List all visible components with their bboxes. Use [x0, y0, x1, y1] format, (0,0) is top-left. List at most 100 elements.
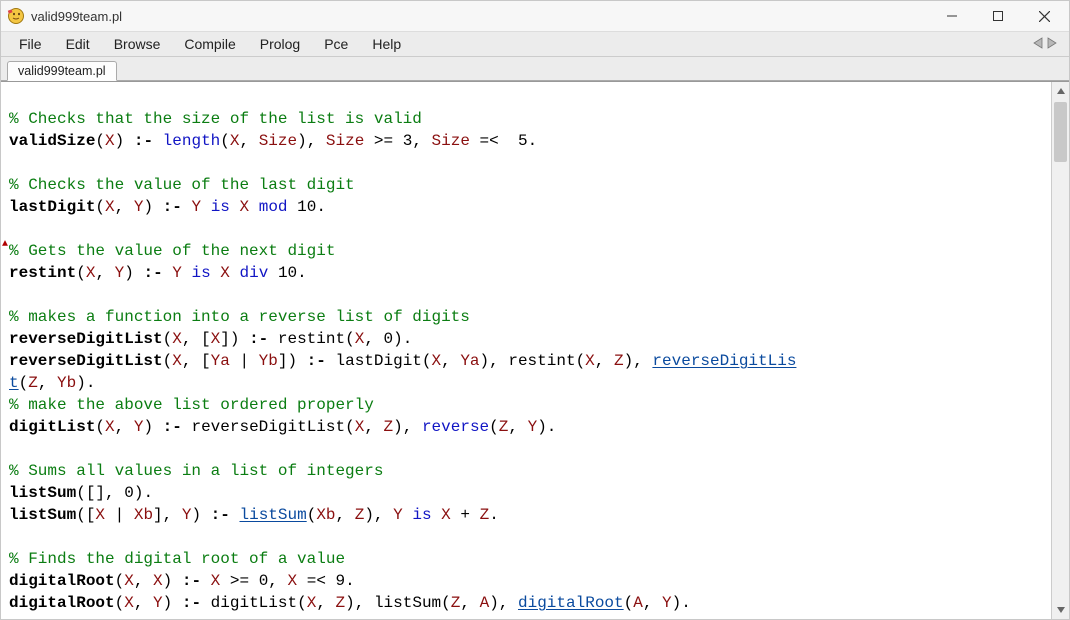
code-comment: % makes a function into a reverse list o… [9, 308, 470, 326]
code-builtin: is [412, 506, 431, 524]
code-neck: :- [153, 198, 191, 216]
code-var: X [240, 198, 250, 216]
code-editor[interactable]: ▲ % Checks that the size of the list is v… [1, 82, 1051, 619]
code-comment: % Checks that the size of the list is va… [9, 110, 422, 128]
error-marker-icon: ▲ [2, 240, 8, 250]
code-var: A [633, 594, 643, 612]
code-neck: :- [297, 352, 335, 370]
code-call-plain: restint [508, 352, 575, 370]
code-recursive-call: t [9, 374, 19, 392]
code-number: 0 [124, 484, 134, 502]
code-neck: :- [124, 132, 162, 150]
code-var: Z [480, 506, 490, 524]
code-predicate: reverseDigitList [9, 352, 163, 370]
code-comment: % Sums all values in a list of integers [9, 462, 383, 480]
tab-active[interactable]: valid999team.pl [7, 61, 117, 81]
code-call-plain: restint [278, 330, 345, 348]
code-var: X [105, 198, 115, 216]
code-call-plain: listSum [374, 594, 441, 612]
code-var: Z [614, 352, 624, 370]
code-number: 10 [297, 198, 316, 216]
code-var: X [86, 264, 96, 282]
scroll-down-icon[interactable] [1052, 601, 1070, 619]
app-icon [7, 7, 25, 25]
code-var: X [585, 352, 595, 370]
menu-prolog[interactable]: Prolog [248, 33, 312, 55]
code-var: X [172, 352, 182, 370]
code-call-plain: digitList [211, 594, 297, 612]
app-window: valid999team.pl File Edit Browse Compile… [0, 0, 1070, 620]
code-predicate: reverseDigitList [9, 330, 163, 348]
menu-edit[interactable]: Edit [54, 33, 102, 55]
code-var: X [211, 330, 221, 348]
code-neck: :- [172, 594, 210, 612]
code-predicate: digitalRoot [9, 572, 115, 590]
code-number: 5 [518, 132, 528, 150]
close-button[interactable] [1021, 1, 1067, 31]
code-call-plain: lastDigit [335, 352, 421, 370]
code-var: Y [115, 264, 125, 282]
code-var: Z [499, 418, 509, 436]
menu-file[interactable]: File [7, 33, 54, 55]
code-number: 3 [403, 132, 413, 150]
code-number: 9 [336, 572, 346, 590]
code-builtin: reverse [422, 418, 489, 436]
code-number: 0 [384, 330, 394, 348]
code-comment: % Finds the digital root of a value [9, 550, 345, 568]
code-var: Yb [259, 352, 278, 370]
code-var: X [355, 418, 365, 436]
code-var: Z [384, 418, 394, 436]
vertical-scrollbar[interactable] [1051, 82, 1069, 619]
scroll-thumb[interactable] [1054, 102, 1067, 162]
code-predicate: lastDigit [9, 198, 95, 216]
menu-help[interactable]: Help [360, 33, 413, 55]
code-var: Xb [134, 506, 153, 524]
titlebar: valid999team.pl [1, 1, 1069, 31]
nav-left-icon[interactable] [1031, 36, 1045, 53]
code-var: X [105, 132, 115, 150]
code-var: X [124, 572, 134, 590]
code-call-plain: reverseDigitList [191, 418, 345, 436]
menu-browse[interactable]: Browse [102, 33, 173, 55]
code-var: Y [393, 506, 403, 524]
code-var: Z [355, 506, 365, 524]
code-var: Size [259, 132, 297, 150]
maximize-button[interactable] [975, 1, 1021, 31]
code-var: X [220, 264, 230, 282]
code-var: Y [662, 594, 672, 612]
code-comment: % Checks the value of the last digit [9, 176, 355, 194]
code-neck: :- [201, 506, 239, 524]
code-builtin: div [240, 264, 269, 282]
code-var: Y [528, 418, 538, 436]
code-recursive-call: listSum [239, 506, 306, 524]
code-recursive-call: reverseDigitLis [652, 352, 796, 370]
code-var: Ya [460, 352, 479, 370]
code-var: X [355, 330, 365, 348]
menu-compile[interactable]: Compile [172, 33, 247, 55]
code-builtin: is [191, 264, 210, 282]
code-var: X [172, 330, 182, 348]
code-neck: :- [134, 264, 172, 282]
scroll-up-icon[interactable] [1052, 82, 1070, 100]
code-var: X [153, 572, 163, 590]
code-comment: % make the above list ordered properly [9, 396, 374, 414]
code-builtin: is [211, 198, 230, 216]
minimize-button[interactable] [929, 1, 975, 31]
menu-pce[interactable]: Pce [312, 33, 360, 55]
code-number: 0 [259, 572, 269, 590]
code-builtin: mod [259, 198, 288, 216]
code-var: Size [432, 132, 470, 150]
code-var: X [105, 418, 115, 436]
menubar-right-icons [1031, 36, 1063, 53]
nav-right-icon[interactable] [1045, 36, 1059, 53]
code-predicate: listSum [9, 484, 76, 502]
code-number: 10 [278, 264, 297, 282]
code-var: Size [326, 132, 364, 150]
code-var: X [441, 506, 451, 524]
code-predicate: restint [9, 264, 76, 282]
code-var: A [480, 594, 490, 612]
code-var: Z [336, 594, 346, 612]
menubar: File Edit Browse Compile Prolog Pce Help [1, 31, 1069, 57]
code-var: Y [134, 418, 144, 436]
code-var: Z [28, 374, 38, 392]
